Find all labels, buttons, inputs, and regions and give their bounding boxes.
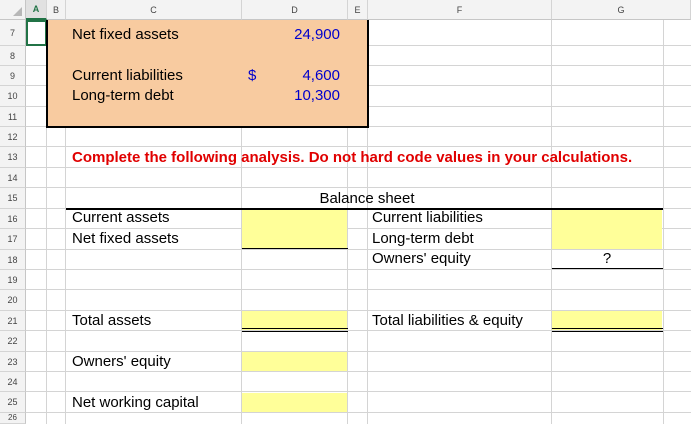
select-all-corner[interactable]	[0, 0, 26, 20]
total-le-double-rule-2	[552, 331, 663, 332]
row-header-15[interactable]: 15	[0, 188, 26, 209]
row-header-16[interactable]: 16	[0, 209, 26, 229]
long-term-debt-value[interactable]: 10,300	[242, 86, 340, 106]
column-header-f[interactable]: F	[368, 0, 552, 20]
current-assets-input[interactable]	[242, 210, 347, 249]
grid-row-line	[26, 391, 691, 392]
row-header-8[interactable]: 8	[0, 46, 26, 66]
grid-row-line	[26, 269, 691, 270]
row-header-10[interactable]: 10	[0, 86, 26, 107]
row-header-19[interactable]: 19	[0, 270, 26, 290]
current-liabilities-input[interactable]	[552, 210, 662, 249]
owners-equity-label: Owners' equity	[72, 353, 171, 370]
row-header-25[interactable]: 25	[0, 392, 26, 413]
currency-symbol: $	[248, 67, 257, 84]
long-term-debt-label: Long-term debt	[72, 87, 174, 104]
column-header-e[interactable]: E	[348, 0, 368, 20]
total-le-label: Total liabilities & equity	[372, 312, 523, 329]
column-header-g[interactable]: G	[552, 0, 691, 20]
instruction-text: Complete the following analysis. Do not …	[72, 149, 633, 166]
row-header-12[interactable]: 12	[0, 127, 26, 147]
grid-col-line	[663, 20, 664, 424]
current-assets-label: Current assets	[72, 209, 170, 226]
current-liabilities-bs-label: Current liabilities	[372, 209, 483, 226]
row-header-26[interactable]: 26	[0, 413, 26, 424]
owners-equity-input[interactable]	[242, 352, 347, 371]
row-header-9[interactable]: 9	[0, 66, 26, 86]
total-le-double-rule-1	[552, 328, 663, 329]
grid-row-line	[26, 187, 691, 188]
net-working-capital-input[interactable]	[242, 393, 347, 412]
equity-rule	[552, 268, 663, 269]
net-working-capital-label: Net working capital	[72, 394, 199, 411]
column-header-a[interactable]: A	[26, 0, 47, 20]
net-fixed-assets-value[interactable]: 24,900	[242, 25, 340, 45]
row-header-24[interactable]: 24	[0, 372, 26, 392]
row-header-22[interactable]: 22	[0, 331, 26, 352]
column-header-c[interactable]: C	[66, 0, 242, 20]
row-header-7[interactable]: 7	[0, 20, 26, 46]
select-all-triangle-icon	[13, 7, 22, 16]
owners-equity-value[interactable]: ?	[552, 249, 662, 269]
column-header-b[interactable]: B	[47, 0, 66, 20]
active-cell[interactable]	[26, 20, 47, 46]
total-assets-double-rule-2	[242, 331, 348, 332]
row-header-17[interactable]: 17	[0, 229, 26, 250]
total-assets-label: Total assets	[72, 312, 152, 329]
long-term-debt-bs-label: Long-term debt	[372, 230, 474, 247]
grid-row-line	[26, 289, 691, 290]
current-liabilities-label: Current liabilities	[72, 67, 183, 84]
row-header-13[interactable]: 13	[0, 147, 26, 168]
row-header-20[interactable]: 20	[0, 290, 26, 311]
row-header-23[interactable]: 23	[0, 352, 26, 372]
subtotal-rule	[242, 248, 348, 249]
row-header-18[interactable]: 18	[0, 250, 26, 270]
total-assets-double-rule-1	[242, 328, 348, 329]
row-header-11[interactable]: 11	[0, 107, 26, 127]
net-fixed-assets-label: Net fixed assets	[72, 26, 179, 43]
balance-sheet-title: Balance sheet	[319, 190, 415, 207]
column-header-d[interactable]: D	[242, 0, 348, 20]
net-fixed-assets-bs-label: Net fixed assets	[72, 230, 179, 247]
current-liabilities-value[interactable]: 4,600	[260, 66, 340, 86]
row-header-14[interactable]: 14	[0, 168, 26, 188]
owners-equity-bs-label: Owners' equity	[372, 250, 471, 267]
row-header-21[interactable]: 21	[0, 311, 26, 331]
